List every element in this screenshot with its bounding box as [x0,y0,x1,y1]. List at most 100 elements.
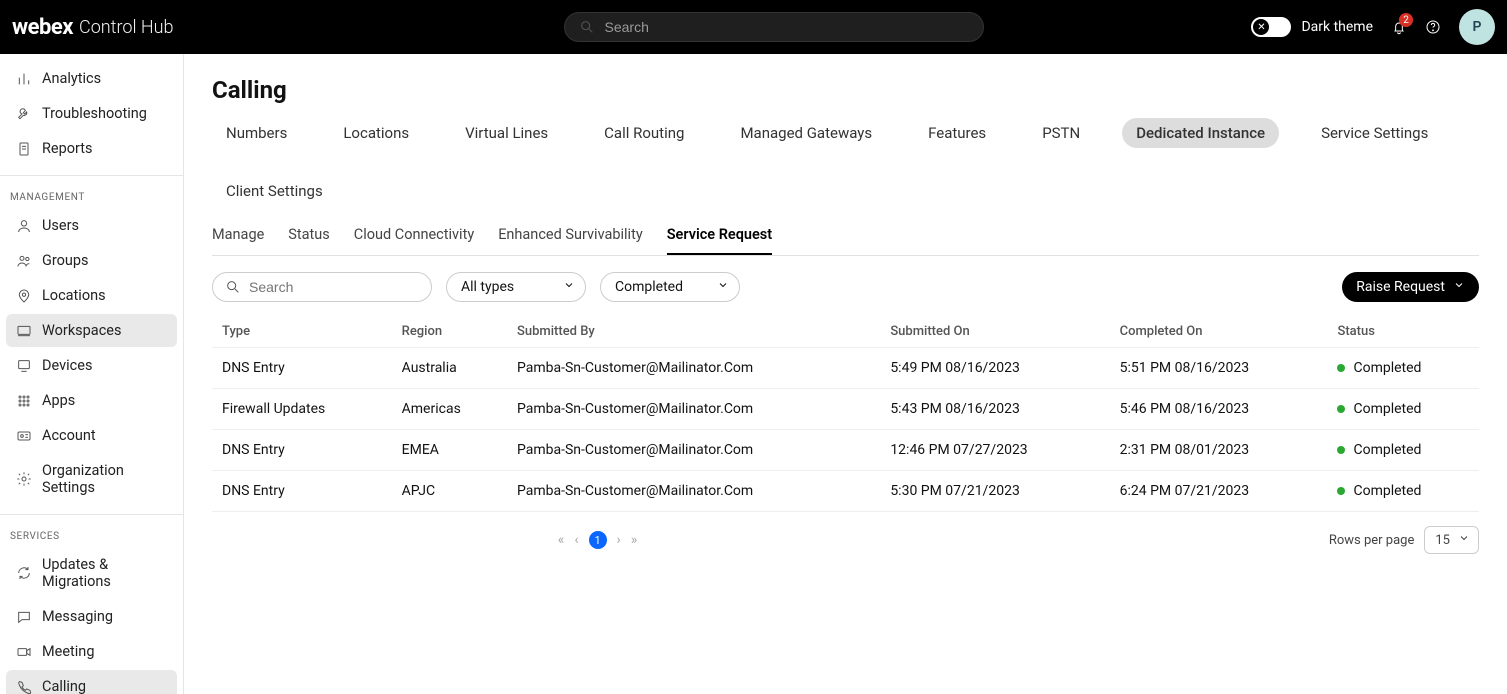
sidebar-item-reports[interactable]: Reports [6,132,177,165]
pager-first[interactable]: « [558,532,565,548]
main-content: Calling NumbersLocationsVirtual LinesCal… [184,54,1507,694]
column-header[interactable]: Type [212,316,392,348]
sidebar-item-meeting[interactable]: Meeting [6,635,177,668]
sidebar-item-label: Apps [42,392,75,409]
subtab-enhanced-survivability[interactable]: Enhanced Survivability [498,220,643,255]
table-row[interactable]: DNS EntryEMEAPamba-Sn-Customer@Mailinato… [212,430,1479,471]
rows-per-page-select[interactable]: 15 [1424,526,1479,554]
cell-region: Australia [392,348,507,389]
tab-managed-gateways[interactable]: Managed Gateways [726,118,886,148]
global-search-input[interactable] [605,19,969,35]
sidebar: AnalyticsTroubleshootingReportsManagemen… [0,54,184,694]
sidebar-item-calling[interactable]: Calling [6,670,177,694]
sidebar-item-groups[interactable]: Groups [6,244,177,277]
sidebar-item-label: Account [42,427,96,444]
sidebar-item-label: Reports [42,140,93,157]
table-search[interactable] [212,272,432,302]
tab-locations[interactable]: Locations [329,118,423,148]
sidebar-item-label: Calling [42,678,86,694]
tab-dedicated-instance[interactable]: Dedicated Instance [1122,118,1279,148]
wrench-icon [16,106,32,122]
table-search-input[interactable] [249,279,419,295]
brand-product: Control Hub [79,17,174,38]
rows-per-page: Rows per page 15 [1329,526,1479,554]
tab-client-settings[interactable]: Client Settings [212,176,337,206]
sidebar-item-account[interactable]: Account [6,419,177,452]
tab-numbers[interactable]: Numbers [212,118,301,148]
tab-features[interactable]: Features [914,118,1000,148]
device-icon [16,358,32,374]
subtab-cloud-connectivity[interactable]: Cloud Connectivity [354,220,474,255]
filter-type-select[interactable]: All types [446,272,586,302]
status-dot-icon [1337,487,1345,495]
sidebar-item-organization-settings[interactable]: Organization Settings [6,454,177,504]
toggle-switch[interactable]: ✕ [1251,17,1291,37]
chevron-down-icon [717,279,729,295]
column-header[interactable]: Submitted On [880,316,1109,348]
sidebar-item-label: Analytics [42,70,101,87]
subtab-status[interactable]: Status [288,220,329,255]
header-right: ✕ Dark theme 2 P [1251,9,1495,45]
raise-request-button[interactable]: Raise Request [1342,272,1479,302]
sidebar-item-label: Devices [42,357,92,374]
avatar-initial: P [1473,19,1482,35]
refresh-icon [16,565,32,581]
sidebar-item-label: Users [42,217,79,234]
column-header[interactable]: Submitted By [507,316,880,348]
cell-status: Completed [1327,389,1479,430]
sidebar-item-workspaces[interactable]: Workspaces [6,314,177,347]
column-header[interactable]: Region [392,316,507,348]
cell-submitted-by: Pamba-Sn-Customer@Mailinator.Com [507,389,880,430]
sidebar-item-locations[interactable]: Locations [6,279,177,312]
sidebar-item-devices[interactable]: Devices [6,349,177,382]
cell-type: DNS Entry [212,471,392,512]
help-button[interactable] [1425,19,1441,35]
tab-virtual-lines[interactable]: Virtual Lines [451,118,562,148]
sidebar-item-messaging[interactable]: Messaging [6,600,177,633]
table-row[interactable]: DNS EntryAustraliaPamba-Sn-Customer@Mail… [212,348,1479,389]
toggle-knob: ✕ [1253,19,1269,35]
sidebar-item-apps[interactable]: Apps [6,384,177,417]
subtab-service-request[interactable]: Service Request [667,220,772,255]
pagination: « ‹ 1 › » Rows per page 15 [212,526,1479,554]
pager-last[interactable]: » [631,532,638,548]
pager-current[interactable]: 1 [589,531,607,549]
sidebar-item-analytics[interactable]: Analytics [6,62,177,95]
theme-toggle[interactable]: ✕ Dark theme [1251,17,1373,37]
cell-submitted-on: 5:49 PM 08/16/2023 [880,348,1109,389]
sidebar-item-troubleshooting[interactable]: Troubleshooting [6,97,177,130]
user-icon [16,218,32,234]
chat-icon [16,609,32,625]
avatar[interactable]: P [1459,9,1495,45]
sidebar-item-label: Messaging [42,608,113,625]
subtab-manage[interactable]: Manage [212,220,264,255]
sidebar-item-label: Organization Settings [42,462,167,496]
notifications-button[interactable]: 2 [1391,19,1407,35]
tab-call-routing[interactable]: Call Routing [590,118,698,148]
cell-region: EMEA [392,430,507,471]
workspace-icon [16,323,32,339]
cell-completed-on: 6:24 PM 07/21/2023 [1110,471,1328,512]
global-search[interactable] [564,12,984,42]
column-header[interactable]: Completed On [1110,316,1328,348]
filter-type-value: All types [461,279,514,295]
column-header[interactable]: Status [1327,316,1479,348]
table-row[interactable]: Firewall UpdatesAmericasPamba-Sn-Custome… [212,389,1479,430]
filter-status-select[interactable]: Completed [600,272,740,302]
cell-status: Completed [1327,348,1479,389]
sidebar-section-title: Services [0,525,183,546]
search-icon [225,279,241,295]
pager-next[interactable]: › [617,532,621,548]
pager-prev[interactable]: ‹ [574,532,578,548]
sidebar-item-users[interactable]: Users [6,209,177,242]
theme-label: Dark theme [1301,19,1373,35]
sidebar-item-label: Troubleshooting [42,105,147,122]
sidebar-item-updates-migrations[interactable]: Updates & Migrations [6,548,177,598]
sidebar-item-label: Locations [42,287,106,304]
app-header: webex Control Hub ✕ Dark theme 2 P [0,0,1507,54]
cell-status: Completed [1327,471,1479,512]
tab-service-settings[interactable]: Service Settings [1307,118,1442,148]
table-row[interactable]: DNS EntryAPJCPamba-Sn-Customer@Mailinato… [212,471,1479,512]
tab-pstn[interactable]: PSTN [1028,118,1094,148]
cell-region: Americas [392,389,507,430]
